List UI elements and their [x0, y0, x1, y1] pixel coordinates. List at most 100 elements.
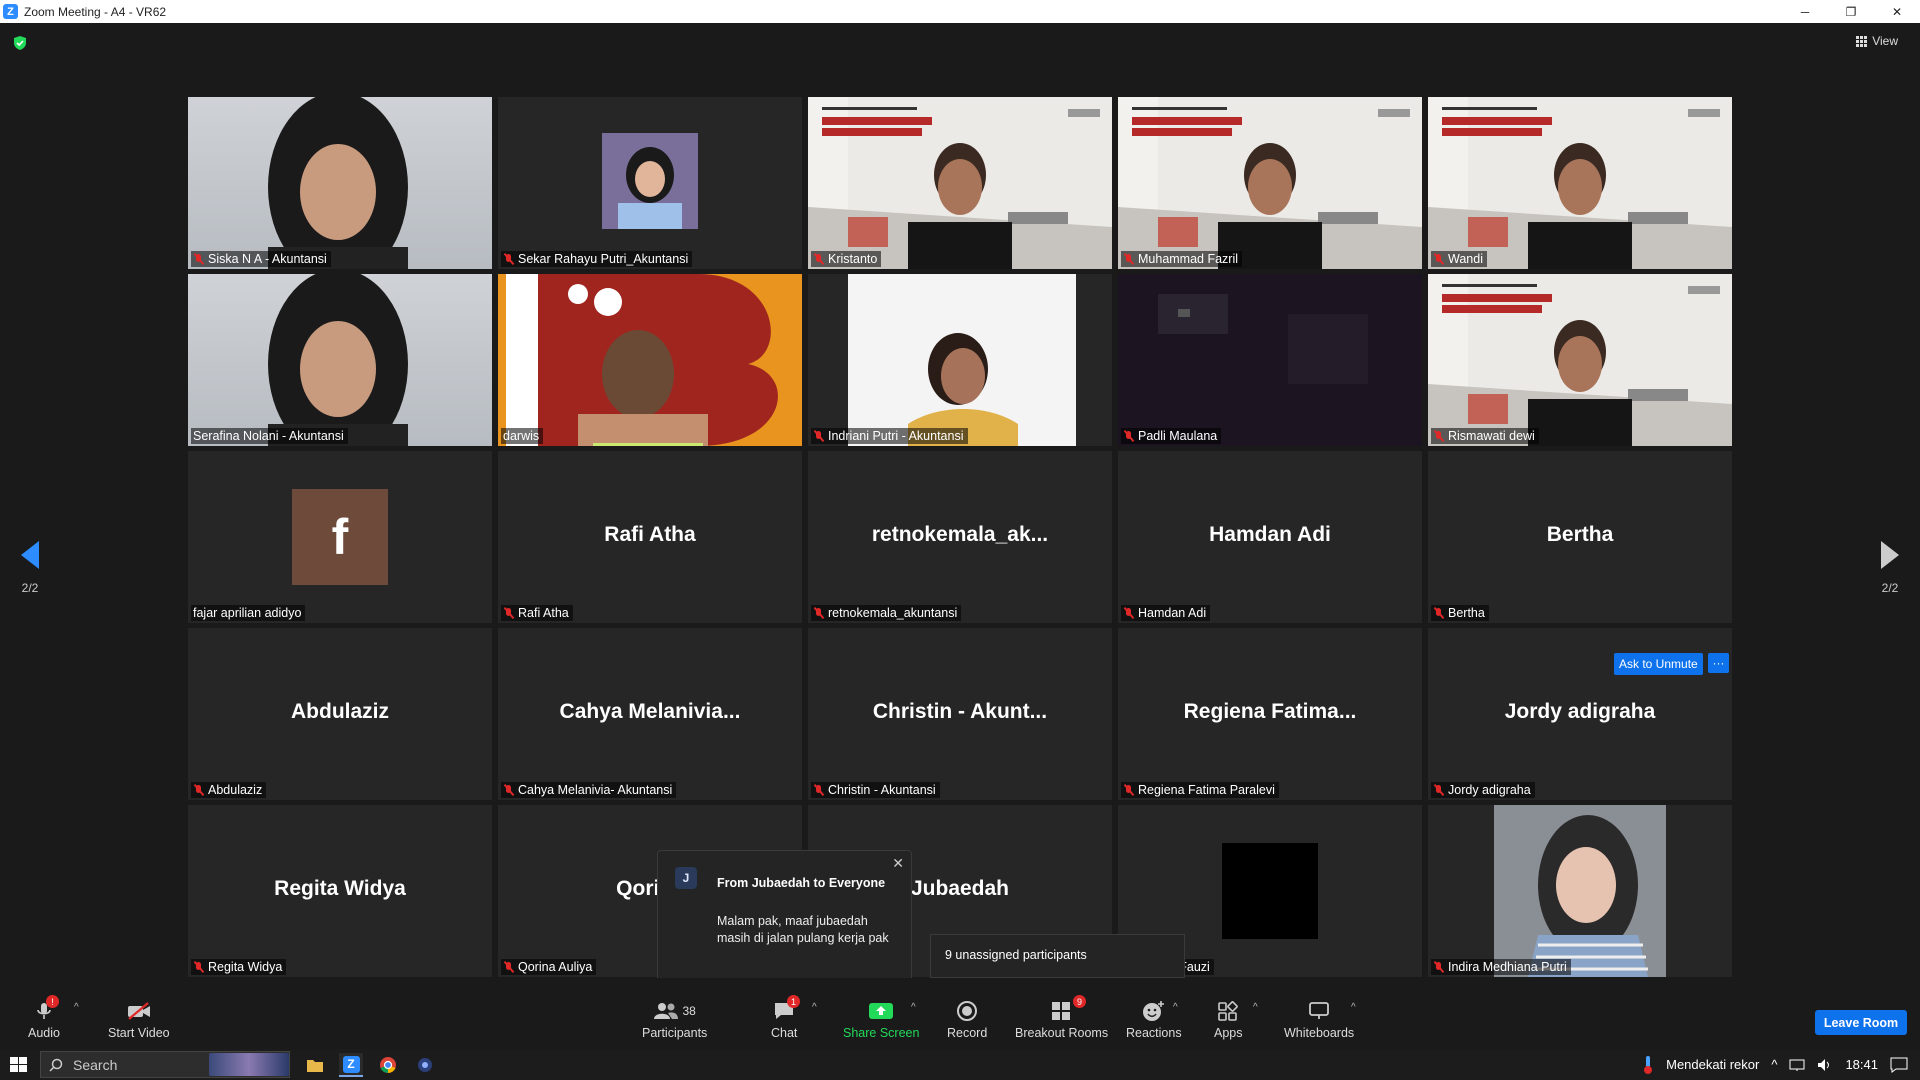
participant-name: Rismawati dewi [1448, 429, 1535, 443]
muted-microphone-icon [503, 961, 515, 973]
close-window-button[interactable]: ✕ [1874, 0, 1920, 23]
view-label: View [1872, 34, 1898, 48]
more-options-button[interactable]: ··· [1708, 653, 1729, 673]
leave-room-button[interactable]: Leave Room [1815, 1010, 1907, 1035]
chat-unread-badge: 1 [787, 995, 800, 1008]
participants-count: 38 [682, 1004, 696, 1018]
participant-video [188, 97, 492, 269]
participant-tile[interactable]: Cahya Melanivia... Cahya Melanivia- Akunt… [498, 628, 802, 800]
participant-tile[interactable]: Abdulaziz Abdulaziz [188, 628, 492, 800]
participant-tile[interactable]: Muhammad Fazril [1118, 97, 1422, 269]
record-button[interactable]: Record [947, 1000, 987, 1040]
ask-to-unmute-button[interactable]: Ask to Unmute [1614, 653, 1703, 675]
participant-video [1428, 274, 1732, 446]
participant-video [1118, 97, 1422, 269]
camera-app-icon[interactable] [413, 1053, 437, 1077]
participant-display-name: Abdulaziz [291, 700, 389, 723]
muted-microphone-icon [1123, 430, 1135, 442]
participant-tile[interactable]: Serafina Nolani - Akuntansi [188, 274, 492, 446]
participant-name: Bertha [1448, 606, 1485, 620]
minimize-button[interactable]: ─ [1782, 0, 1828, 23]
clock[interactable]: 18:41 [1845, 1057, 1878, 1072]
participant-tile[interactable]: Sekar Rahayu Putri_Akuntansi [498, 97, 802, 269]
close-notification-button[interactable]: ✕ [892, 855, 904, 872]
participant-display-name: Regiena Fatima... [1183, 700, 1357, 723]
participant-tile[interactable]: Padli Maulana [1118, 274, 1422, 446]
view-button[interactable]: View [1856, 34, 1898, 48]
muted-microphone-icon [1433, 784, 1445, 796]
zoom-taskbar-icon[interactable]: Z [339, 1053, 363, 1077]
system-tray: Mendekati rekor ^ 18:41 [1642, 1049, 1920, 1080]
tray-overflow-chevron-icon[interactable]: ^ [1771, 1057, 1777, 1072]
participant-tile[interactable]: Kristanto [808, 97, 1112, 269]
windows-start-icon[interactable] [10, 1057, 27, 1072]
participant-name-label: fajar aprilian adidyo [191, 605, 306, 621]
page-indicator-right: 2/2 [1881, 581, 1899, 595]
restore-button[interactable]: ❐ [1828, 0, 1874, 23]
unassigned-participants-tooltip: 9 unassigned participants [930, 934, 1185, 978]
share-screen-button[interactable]: Share Screen [843, 1000, 919, 1040]
participant-name-label: Rafi Atha [501, 605, 573, 621]
participant-tile[interactable]: Rafi Atha Rafi Atha [498, 451, 802, 623]
breakout-rooms-label: Breakout Rooms [1015, 1026, 1109, 1040]
audio-options-caret-icon[interactable]: ^ [74, 1002, 79, 1013]
network-icon[interactable] [1789, 1058, 1805, 1072]
chat-options-caret-icon[interactable]: ^ [812, 1002, 817, 1013]
meeting-area: View 2/2 2/2 Siska N A - Akuntansi Sekar … [0, 23, 1920, 978]
participant-tile[interactable]: Hamdan Adi Hamdan Adi [1118, 451, 1422, 623]
participant-name: darwis [503, 429, 540, 443]
participant-display-name: Regita Widya [274, 877, 406, 900]
arrow-right-icon [1881, 541, 1899, 569]
chat-notification[interactable]: J From Jubaedah to Everyone Malam pak, m… [657, 850, 912, 992]
volume-icon[interactable] [1817, 1058, 1833, 1072]
muted-microphone-icon [1123, 607, 1135, 619]
share-options-caret-icon[interactable]: ^ [911, 1002, 916, 1013]
apps-button[interactable]: Apps [1214, 1000, 1243, 1040]
chrome-icon[interactable] [376, 1053, 400, 1077]
next-page-button[interactable]: 2/2 [1875, 541, 1905, 595]
whiteboards-button[interactable]: Whiteboards [1284, 1000, 1354, 1040]
breakout-badge: 9 [1073, 995, 1086, 1008]
participants-button[interactable]: 38 Participants [642, 1000, 707, 1040]
participant-name: Indriani Putri - Akuntansi [828, 429, 964, 443]
participant-tile[interactable]: Wandi [1428, 97, 1732, 269]
audio-button[interactable]: ! Audio [28, 995, 60, 1040]
participant-tile[interactable]: Siska N A - Akuntansi [188, 97, 492, 269]
file-explorer-icon[interactable] [303, 1053, 327, 1077]
apps-caret-icon[interactable]: ^ [1253, 1002, 1258, 1013]
thermometer-icon [1644, 1055, 1653, 1074]
participant-name-label: Kristanto [811, 251, 882, 267]
participant-video [1118, 274, 1422, 446]
participant-name-label: Wandi [1431, 251, 1487, 267]
whiteboards-label: Whiteboards [1284, 1026, 1355, 1040]
breakout-rooms-button[interactable]: 9 Breakout Rooms [1015, 995, 1109, 1040]
security-shield-icon[interactable] [12, 35, 28, 51]
participant-tile[interactable]: f fajar aprilian adidyo [188, 451, 492, 623]
weather-text[interactable]: Mendekati rekor [1666, 1057, 1759, 1072]
participant-video [188, 274, 492, 446]
video-off-icon [127, 1002, 150, 1020]
participant-name: Kristanto [828, 252, 878, 266]
participant-tile[interactable]: Regita Widya Regita Widya [188, 805, 492, 977]
participant-video [498, 274, 802, 446]
participant-tile[interactable]: Rismawati dewi [1428, 274, 1732, 446]
previous-page-button[interactable]: 2/2 [15, 541, 45, 595]
whiteboards-caret-icon[interactable]: ^ [1351, 1002, 1356, 1013]
participant-name-label: Hamdan Adi [1121, 605, 1211, 621]
participant-tile[interactable]: Bertha Bertha [1428, 451, 1732, 623]
reactions-caret-icon[interactable]: ^ [1173, 1002, 1178, 1013]
participant-tile[interactable]: Indriani Putri - Akuntansi [808, 274, 1112, 446]
notifications-icon[interactable] [1890, 1057, 1908, 1073]
participant-tile[interactable]: Regiena Fatima... Regiena Fatima Paralevi [1118, 628, 1422, 800]
participant-tile[interactable]: Christin - Akunt... Christin - Akuntansi [808, 628, 1112, 800]
participant-tile[interactable]: darwis [498, 274, 802, 446]
start-video-button[interactable]: Start Video [108, 1000, 170, 1040]
participant-display-name: Rafi Atha [604, 523, 696, 546]
chat-button[interactable]: 1 Chat [771, 995, 800, 1040]
participant-tile[interactable]: Indira Medhiana Putri [1428, 805, 1732, 977]
participant-tile[interactable]: retnokemala_ak... retnokemala_akuntansi [808, 451, 1112, 623]
muted-microphone-icon [1433, 253, 1445, 265]
participant-name-label: Jordy adigraha [1431, 782, 1535, 798]
breakout-rooms-icon [1051, 1002, 1070, 1020]
taskbar-search[interactable]: Search [40, 1051, 290, 1078]
